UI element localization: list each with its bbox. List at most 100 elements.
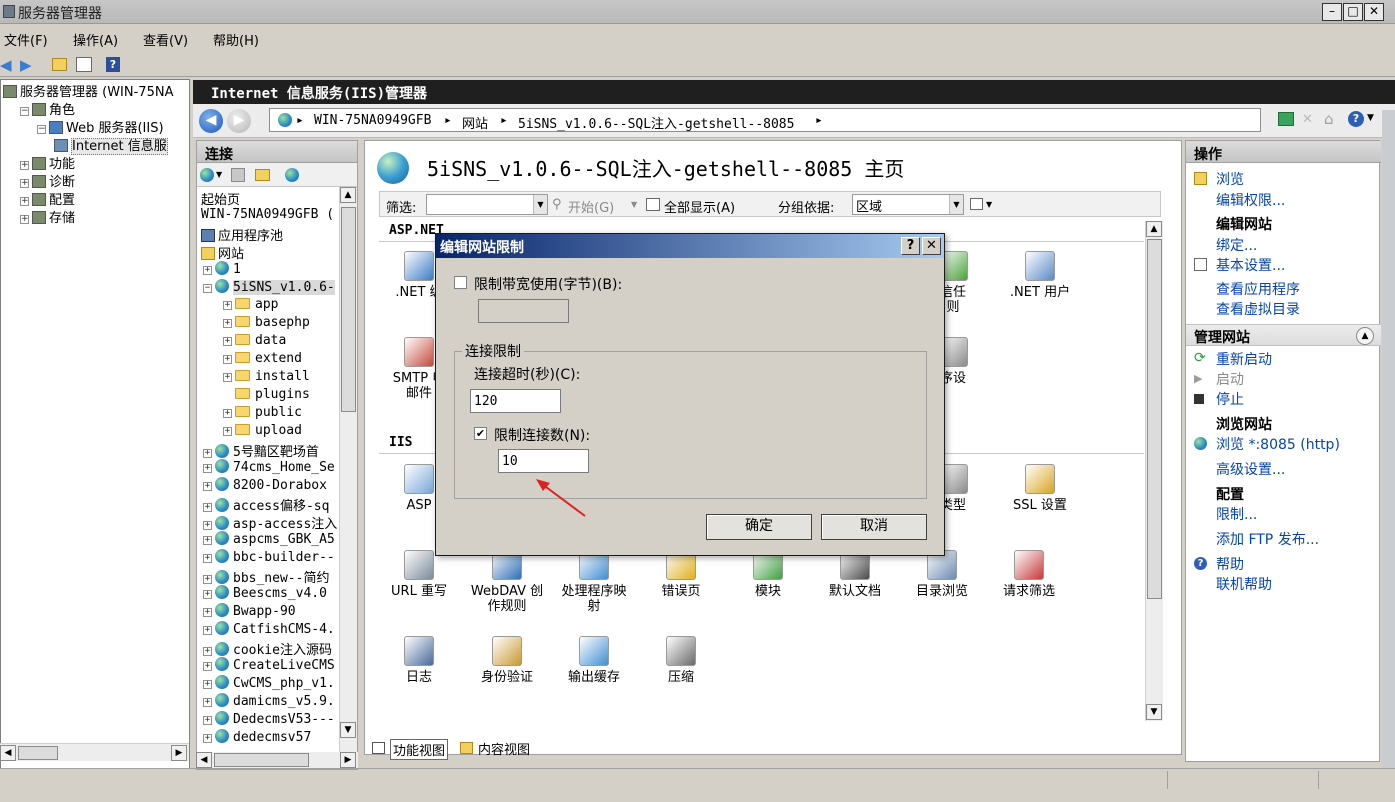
expander-icon[interactable]: + — [203, 536, 212, 545]
breadcrumb-sites[interactable]: 网站 — [462, 113, 488, 132]
expander-icon[interactable]: + — [203, 521, 212, 530]
feature-item[interactable]: .NET 用户 — [996, 251, 1084, 300]
expander-icon[interactable]: + — [203, 575, 212, 584]
menu-file[interactable]: 文件(F) — [4, 30, 48, 49]
scroll-thumb[interactable] — [341, 207, 356, 412]
help-book-icon[interactable]: ? — [106, 57, 120, 72]
connections-tree-item[interactable]: + upload — [223, 423, 302, 441]
action-link[interactable]: 帮助 — [1216, 554, 1244, 574]
forward-arrow-icon[interactable]: ▶ — [20, 56, 32, 74]
save-icon[interactable] — [231, 168, 245, 182]
expander-icon[interactable]: + — [223, 373, 232, 382]
connections-tree-item[interactable]: + app — [223, 297, 278, 315]
tree-item[interactable]: − 角色 — [20, 99, 75, 118]
feature-item[interactable]: 输出缓存 — [550, 636, 638, 685]
chevron-down-icon[interactable]: ▼ — [986, 200, 992, 209]
connections-tree-item[interactable]: + CwCMS_php_v1. — [203, 675, 335, 693]
expander-icon[interactable]: + — [203, 266, 212, 275]
expander-icon[interactable]: + — [203, 680, 212, 689]
expander-icon[interactable]: + — [203, 647, 212, 656]
expander-icon[interactable]: + — [20, 197, 29, 206]
chevron-down-icon[interactable]: ▼ — [1367, 113, 1374, 123]
expander-icon[interactable]: + — [20, 179, 29, 188]
menu-help[interactable]: 帮助(H) — [213, 30, 259, 49]
connections-tree-item[interactable]: + data — [223, 333, 286, 351]
breadcrumb-server[interactable]: WIN-75NA0949GFB — [314, 113, 431, 128]
expander-icon[interactable]: + — [20, 215, 29, 224]
scroll-thumb[interactable] — [1147, 239, 1162, 599]
limit-connections-checkbox[interactable]: ✔ — [474, 427, 487, 440]
connections-tree-item[interactable]: + basephp — [223, 315, 310, 333]
scroll-left-button[interactable]: ◀ — [196, 752, 212, 768]
scroll-down-button[interactable]: ▼ — [340, 722, 356, 738]
connections-tree-item[interactable]: + Beescms_v4.0 — [203, 585, 327, 603]
action-link[interactable]: 重新启动 — [1216, 349, 1272, 369]
expander-icon[interactable]: + — [20, 161, 29, 170]
features-scrollbar[interactable]: ▲ ▼ — [1145, 221, 1163, 721]
connections-tree-item[interactable]: + bbs_new--简约 — [203, 567, 329, 586]
feature-item[interactable]: 压缩 — [637, 636, 725, 685]
connections-tree-item[interactable]: + CreateLiveCMS — [203, 657, 335, 675]
view-icon[interactable] — [970, 198, 983, 210]
scroll-thumb[interactable] — [214, 753, 309, 767]
expander-icon[interactable]: + — [203, 590, 212, 599]
scroll-right-button[interactable]: ▶ — [171, 745, 187, 761]
action-link[interactable]: 编辑权限... — [1216, 190, 1285, 210]
connections-tree-item[interactable]: + asp-access注入 — [203, 513, 337, 532]
dialog-help-button[interactable]: ? — [901, 237, 920, 255]
connections-tree-item[interactable]: 应用程序池 — [201, 225, 283, 244]
expander-icon[interactable]: + — [203, 716, 212, 725]
scroll-up-button[interactable]: ▲ — [340, 187, 356, 203]
connections-tree-item[interactable]: + cookie注入源码 — [203, 639, 332, 658]
expander-icon[interactable]: + — [223, 319, 232, 328]
expander-icon[interactable]: + — [203, 554, 212, 563]
scroll-right-button[interactable]: ▶ — [340, 752, 356, 768]
feature-item[interactable]: 错误页 — [637, 550, 725, 599]
expander-icon[interactable]: + — [203, 626, 212, 635]
connections-tree-item[interactable]: + access偏移-sq — [203, 495, 329, 514]
connections-tree-item[interactable]: +8200-Dorabox — [203, 477, 327, 495]
nav-forward-button[interactable]: ▶ — [227, 109, 251, 133]
connections-tree-item[interactable]: + dedecmsv57 — [203, 729, 311, 747]
tree-item[interactable]: + 诊断 — [20, 171, 75, 190]
menu-action[interactable]: 操作(A) — [73, 30, 118, 49]
up-folder-icon[interactable] — [255, 169, 270, 181]
expander-icon[interactable]: + — [223, 427, 232, 436]
feature-item[interactable]: SSL 设置 — [996, 464, 1084, 513]
home-icon[interactable]: ⌂ — [1324, 110, 1334, 128]
scroll-down-button[interactable]: ▼ — [1146, 704, 1162, 720]
stop-icon[interactable]: ✕ — [1302, 112, 1313, 127]
feature-item[interactable]: 模块 — [724, 550, 812, 599]
action-link[interactable]: 高级设置... — [1216, 459, 1285, 479]
action-link[interactable]: 查看应用程序 — [1216, 279, 1300, 299]
expander-icon[interactable]: + — [203, 662, 212, 671]
breadcrumb[interactable]: ▸ WIN-75NA0949GFB ▸ 网站 ▸ 5iSNS_v1.0.6--S… — [269, 108, 1261, 132]
limit-bandwidth-checkbox[interactable] — [454, 276, 467, 289]
tree-item[interactable]: 服务器管理器 (WIN-75NA — [3, 81, 173, 100]
feature-item[interactable]: 身份验证 — [463, 636, 551, 685]
expander-icon[interactable]: + — [203, 482, 212, 491]
tab-features-view[interactable]: 功能视图 — [390, 739, 449, 760]
expander-icon[interactable]: + — [203, 503, 212, 512]
connections-tree-item[interactable]: plugins — [223, 387, 310, 405]
feature-item[interactable]: URL 重写 — [379, 550, 463, 599]
bandwidth-input[interactable] — [478, 299, 569, 323]
expander-icon[interactable]: + — [223, 355, 232, 364]
feature-item[interactable]: 目录浏览 — [898, 550, 986, 599]
connections-tree-item[interactable]: + aspcms_GBK_A5 — [203, 531, 335, 549]
tree-item[interactable]: + 功能 — [20, 153, 75, 172]
action-link[interactable]: 绑定... — [1216, 235, 1257, 255]
tree-item[interactable]: + 存储 — [20, 207, 75, 226]
connections-tree-item[interactable]: + bbc-builder-- — [203, 549, 335, 567]
feature-item[interactable]: WebDAV 创 作规则 — [463, 550, 551, 614]
connections-tree-item[interactable]: + extend — [223, 351, 302, 369]
help-icon[interactable]: ? — [1348, 111, 1364, 127]
refresh-icon[interactable] — [1278, 112, 1294, 126]
expander-icon[interactable]: + — [223, 409, 232, 418]
tree-item[interactable]: + 配置 — [20, 189, 75, 208]
collapse-icon[interactable]: ▲ — [1356, 327, 1374, 345]
feature-item[interactable]: 处理程序映 射 — [550, 550, 638, 614]
menu-view[interactable]: 查看(V) — [143, 30, 188, 49]
action-link[interactable]: 浏览 *:8085 (http) — [1216, 434, 1340, 454]
chevron-down-icon[interactable]: ▼ — [216, 170, 222, 179]
